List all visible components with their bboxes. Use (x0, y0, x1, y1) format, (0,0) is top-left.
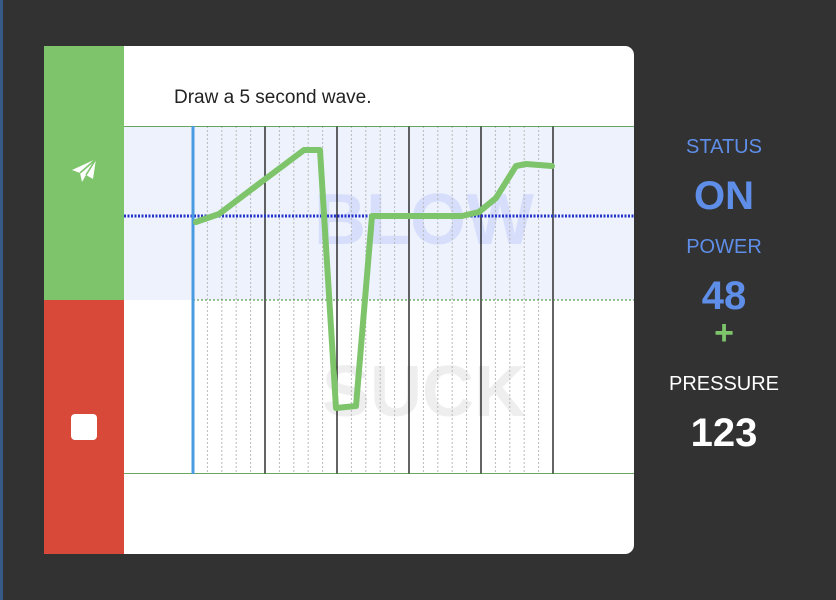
wave-panel: Draw a 5 second wave. BLOW SUCK (44, 46, 634, 554)
status-label: STATUS (686, 136, 762, 158)
pressure-label: PRESSURE (668, 373, 780, 395)
action-buttons (44, 46, 124, 554)
status-value: ON (694, 174, 754, 218)
stop-button[interactable] (44, 300, 124, 554)
power-label: POWER (686, 236, 762, 258)
wave-drawing-area[interactable]: BLOW SUCK (124, 126, 634, 474)
pressure-value: 123 (690, 411, 758, 455)
send-button[interactable] (44, 46, 124, 300)
stop-icon (71, 414, 97, 440)
window-edge-accent (0, 0, 3, 600)
power-value: 48 (701, 274, 747, 318)
paper-plane-icon (70, 157, 98, 189)
increase-power-button[interactable]: + (664, 314, 784, 353)
instruction-text: Draw a 5 second wave. (174, 87, 372, 108)
